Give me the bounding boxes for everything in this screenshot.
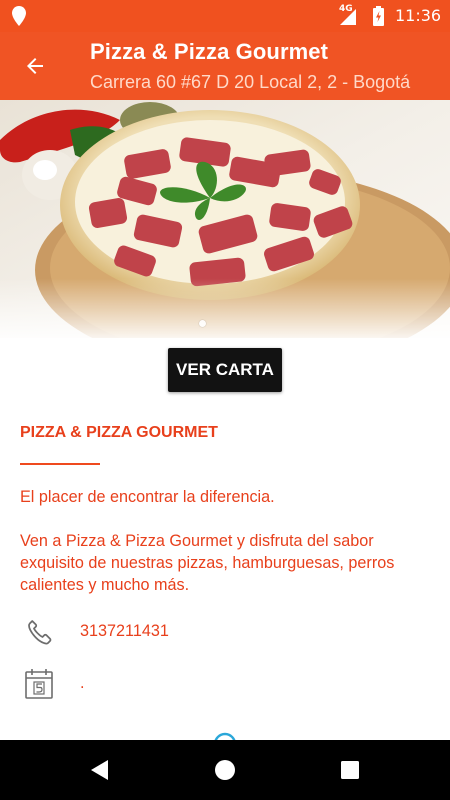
schedule-row[interactable]: . xyxy=(0,664,450,704)
address-subtitle: Carrera 60 #67 D 20 Local 2, 2 - Bogotá xyxy=(90,72,411,92)
business-name: PIZZA & PIZZA GOURMET xyxy=(20,424,218,441)
calendar-icon xyxy=(22,668,56,700)
nav-home-button[interactable] xyxy=(205,752,245,788)
system-navigation-bar xyxy=(0,740,450,800)
square-recents-icon xyxy=(341,761,359,779)
clock: 11:36 xyxy=(395,6,442,25)
schedule-text: . xyxy=(80,674,85,692)
triangle-back-icon xyxy=(91,760,108,780)
circle-home-icon xyxy=(215,760,235,780)
description-text: Ven a Pizza & Pizza Gourmet y disfruta d… xyxy=(20,532,395,594)
phone-number[interactable]: 3137211431 xyxy=(80,622,169,641)
arrow-back-icon xyxy=(27,58,43,74)
pizza-photo xyxy=(0,100,450,338)
tagline: El placer de encontrar la diferencia. xyxy=(20,488,275,506)
status-bar: 4G 11:36 xyxy=(0,0,450,32)
back-button[interactable] xyxy=(14,46,56,86)
carousel-indicator-dot[interactable] xyxy=(199,320,206,327)
phone-icon xyxy=(22,616,56,648)
page-title: Pizza & Pizza Gourmet xyxy=(90,39,329,64)
view-menu-button[interactable]: VER CARTA xyxy=(168,348,282,392)
nav-recents-button[interactable] xyxy=(330,752,370,788)
nav-back-button[interactable] xyxy=(80,752,120,788)
location-pin-icon xyxy=(12,6,26,30)
signal-icon xyxy=(340,9,356,29)
business-description: El placer de encontrar la diferencia. Ve… xyxy=(20,486,430,596)
hero-image[interactable] xyxy=(0,100,450,338)
app-bar: Pizza & Pizza Gourmet Carrera 60 #67 D 2… xyxy=(0,32,450,100)
divider xyxy=(20,463,100,465)
phone-row[interactable]: 3137211431 xyxy=(0,612,450,652)
battery-charging-icon xyxy=(373,6,384,30)
